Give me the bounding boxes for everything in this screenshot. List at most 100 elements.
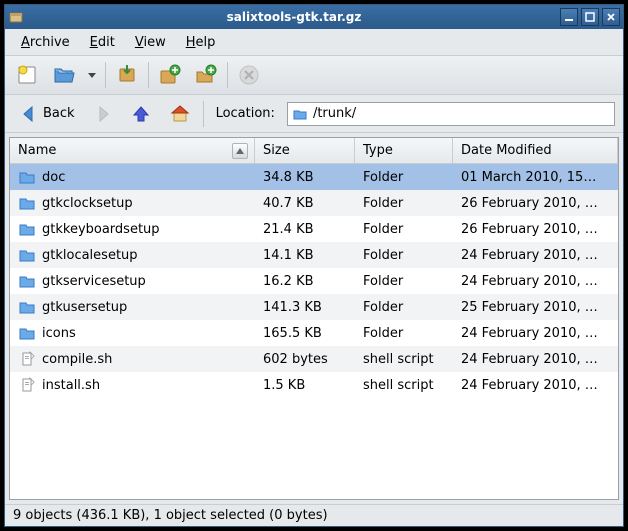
cell-type: Folder (355, 222, 453, 237)
file-pane: Name Size Type Date Modified doc34.8 KBF… (9, 137, 619, 500)
table-row[interactable]: doc34.8 KBFolder01 March 2010, 15… (10, 164, 618, 190)
cell-size: 40.7 KB (255, 196, 355, 211)
close-button[interactable] (602, 8, 620, 26)
folder-icon (18, 194, 36, 212)
column-size[interactable]: Size (255, 138, 355, 163)
menu-edit[interactable]: Edit (82, 32, 123, 53)
forward-arrow-icon (93, 104, 113, 124)
add-folder-button[interactable] (191, 60, 221, 90)
table-row[interactable]: icons165.5 KBFolder24 February 2010, … (10, 320, 618, 346)
cell-size: 141.3 KB (255, 300, 355, 315)
sort-indicator (232, 143, 248, 159)
table-row[interactable]: gtkkeyboardsetup 21.4 KBFolder26 February… (10, 216, 618, 242)
cell-size: 165.5 KB (255, 326, 355, 341)
folder-icon (18, 272, 36, 290)
cell-size: 21.4 KB (255, 222, 355, 237)
cell-date: 24 February 2010, … (453, 378, 618, 393)
cell-name: compile.sh (10, 350, 255, 368)
cell-size: 14.1 KB (255, 248, 355, 263)
cell-name: doc (10, 168, 255, 186)
minimize-button[interactable] (560, 8, 578, 26)
file-list[interactable]: doc34.8 KBFolder01 March 2010, 15…gtkclo… (10, 164, 618, 499)
file-name: compile.sh (42, 352, 112, 367)
location-path: /trunk/ (313, 106, 356, 121)
table-row[interactable]: gtkservicesetup16.2 KBFolder24 February … (10, 268, 618, 294)
window: salixtools-gtk.tar.gz Archive Edit View … (4, 4, 624, 527)
column-type[interactable]: Type (355, 138, 453, 163)
menu-archive[interactable]: Archive (13, 32, 78, 53)
stop-button[interactable] (234, 60, 264, 90)
menu-view[interactable]: View (127, 32, 174, 53)
forward-button (87, 101, 119, 127)
up-arrow-icon (131, 104, 151, 124)
folder-icon (18, 324, 36, 342)
folder-icon (18, 168, 36, 186)
folder-icon (18, 246, 36, 264)
home-button[interactable] (163, 100, 197, 128)
new-button[interactable] (13, 60, 43, 90)
cell-size: 602 bytes (255, 352, 355, 367)
separator (105, 62, 106, 88)
folder-icon (292, 106, 308, 122)
cell-name: install.sh (10, 376, 255, 394)
back-button[interactable]: Back (13, 101, 81, 127)
cell-name: gtkservicesetup (10, 272, 255, 290)
folder-icon (18, 298, 36, 316)
separator (227, 62, 228, 88)
back-arrow-icon (19, 104, 39, 124)
cell-date: 24 February 2010, … (453, 352, 618, 367)
cell-size: 1.5 KB (255, 378, 355, 393)
file-name: gtkkeyboardsetup (42, 222, 160, 237)
home-icon (169, 103, 191, 125)
table-row[interactable]: gtklocalesetup 14.1 KBFolder24 February 2… (10, 242, 618, 268)
cell-name: gtkclocksetup (10, 194, 255, 212)
cell-type: Folder (355, 248, 453, 263)
cell-date: 24 February 2010, … (453, 248, 618, 263)
open-button[interactable] (49, 60, 79, 90)
separator (148, 62, 149, 88)
location-input[interactable]: /trunk/ (287, 102, 615, 126)
cell-name: gtklocalesetup (10, 246, 255, 264)
file-name: gtkusersetup (42, 300, 127, 315)
file-name: doc (42, 170, 65, 185)
table-row[interactable]: compile.sh 602 bytesshell script24 Februa… (10, 346, 618, 372)
location-label: Location: (216, 106, 275, 121)
cell-size: 34.8 KB (255, 170, 355, 185)
cell-date: 26 February 2010, … (453, 196, 618, 211)
script-icon (18, 350, 36, 368)
cell-type: Folder (355, 170, 453, 185)
file-name: gtkclocksetup (42, 196, 133, 211)
cell-date: 24 February 2010, … (453, 326, 618, 341)
statusbar: 9 objects (436.1 KB), 1 object selected … (5, 504, 623, 526)
add-files-button[interactable] (155, 60, 185, 90)
open-dropdown[interactable] (85, 60, 99, 90)
column-name[interactable]: Name (10, 138, 255, 163)
table-row[interactable]: gtkclocksetup 40.7 KBFolder26 February 20… (10, 190, 618, 216)
up-button[interactable] (125, 101, 157, 127)
separator (203, 101, 204, 127)
cell-name: gtkusersetup (10, 298, 255, 316)
folder-icon (18, 220, 36, 238)
cell-name: gtkkeyboardsetup (10, 220, 255, 238)
file-name: install.sh (42, 378, 100, 393)
table-row[interactable]: gtkusersetup 141.3 KBFolder25 February 20… (10, 294, 618, 320)
cell-date: 26 February 2010, … (453, 222, 618, 237)
titlebar[interactable]: salixtools-gtk.tar.gz (5, 5, 623, 29)
cell-type: Folder (355, 196, 453, 211)
column-date[interactable]: Date Modified (453, 138, 618, 163)
cell-type: Folder (355, 300, 453, 315)
file-name: gtklocalesetup (42, 248, 138, 263)
file-name: gtkservicesetup (42, 274, 146, 289)
file-name: icons (42, 326, 76, 341)
extract-button[interactable] (112, 60, 142, 90)
cell-date: 25 February 2010, … (453, 300, 618, 315)
back-label: Back (43, 106, 75, 121)
cell-type: shell script (355, 352, 453, 367)
maximize-button[interactable] (581, 8, 599, 26)
menu-help[interactable]: Help (178, 32, 224, 53)
cell-type: Folder (355, 274, 453, 289)
navbar: Back Location: /trunk/ (5, 95, 623, 133)
script-icon (18, 376, 36, 394)
table-row[interactable]: install.sh1.5 KBshell script24 February … (10, 372, 618, 398)
window-title: salixtools-gtk.tar.gz (28, 10, 560, 24)
